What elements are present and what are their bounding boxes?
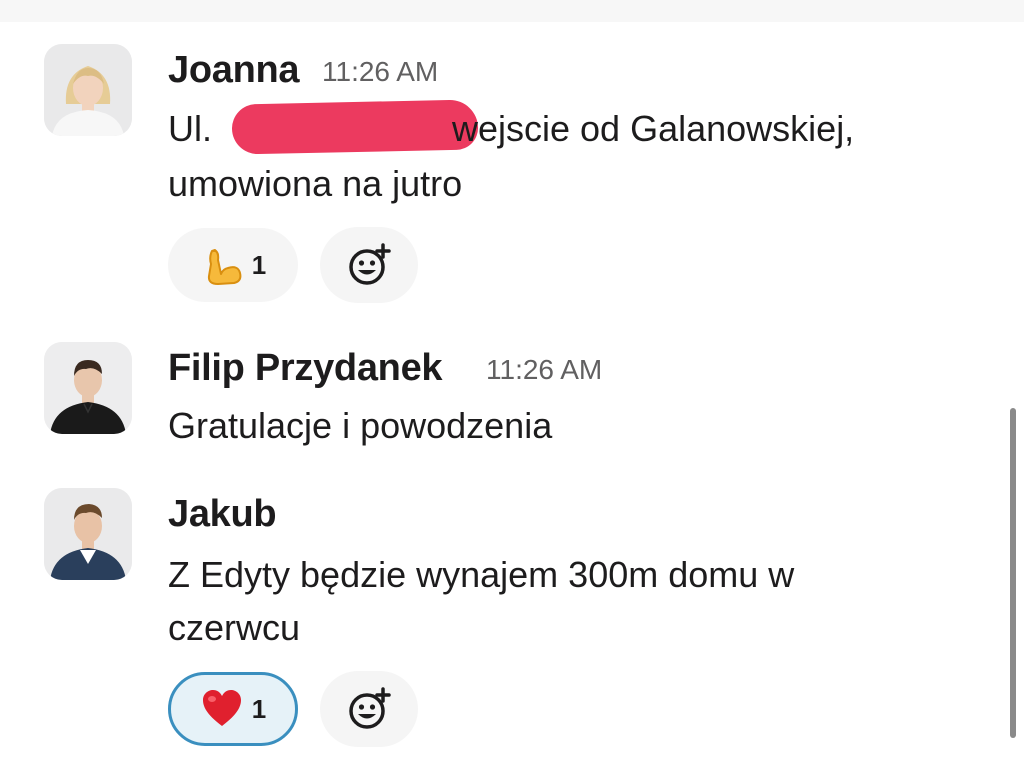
message-line-1: Gratulacje i powodzenia <box>168 405 553 446</box>
avatar-joanna[interactable] <box>44 44 132 136</box>
message-line-2: umowiona na jutro <box>168 163 463 204</box>
message-line-1-end: wejscie od Galanowskiej, <box>452 108 855 149</box>
message-line-1: Z Edyty będzie wynajem 300m domu w <box>168 554 795 595</box>
red-heart-icon <box>202 690 241 726</box>
reaction-pill-heart[interactable]: 1 <box>168 672 298 746</box>
message-line-2: czerwcu <box>168 607 301 648</box>
avatar-image <box>44 488 132 580</box>
author-name[interactable]: Joanna <box>168 48 300 92</box>
redaction-mark <box>231 99 479 155</box>
avatar-image <box>44 342 132 434</box>
author-name[interactable]: Filip Przydanek <box>168 346 443 390</box>
avatar-image <box>44 44 132 136</box>
add-reaction-button[interactable] <box>320 671 418 747</box>
top-bar <box>0 0 1024 22</box>
add-reaction-button[interactable] <box>320 227 418 303</box>
reaction-pill-biceps[interactable]: 1 <box>168 228 298 302</box>
message-line-1-start: Ul. <box>168 108 212 149</box>
add-reaction-icon <box>349 243 391 285</box>
author-name[interactable]: Jakub <box>168 492 277 536</box>
timestamp[interactable]: 11:26 AM <box>322 52 438 92</box>
reaction-count: 1 <box>251 249 267 280</box>
add-reaction-icon <box>349 687 391 729</box>
reaction-count: 1 <box>251 693 267 724</box>
timestamp[interactable]: 11:26 AM <box>486 350 602 390</box>
message-list: Joanna 11:26 AM Ul. wejscie od Galanowsk… <box>0 0 1024 775</box>
scrollbar[interactable] <box>1010 408 1016 738</box>
avatar-filip[interactable] <box>44 342 132 434</box>
flexed-biceps-icon <box>207 249 242 285</box>
avatar-jakub[interactable] <box>44 488 132 580</box>
